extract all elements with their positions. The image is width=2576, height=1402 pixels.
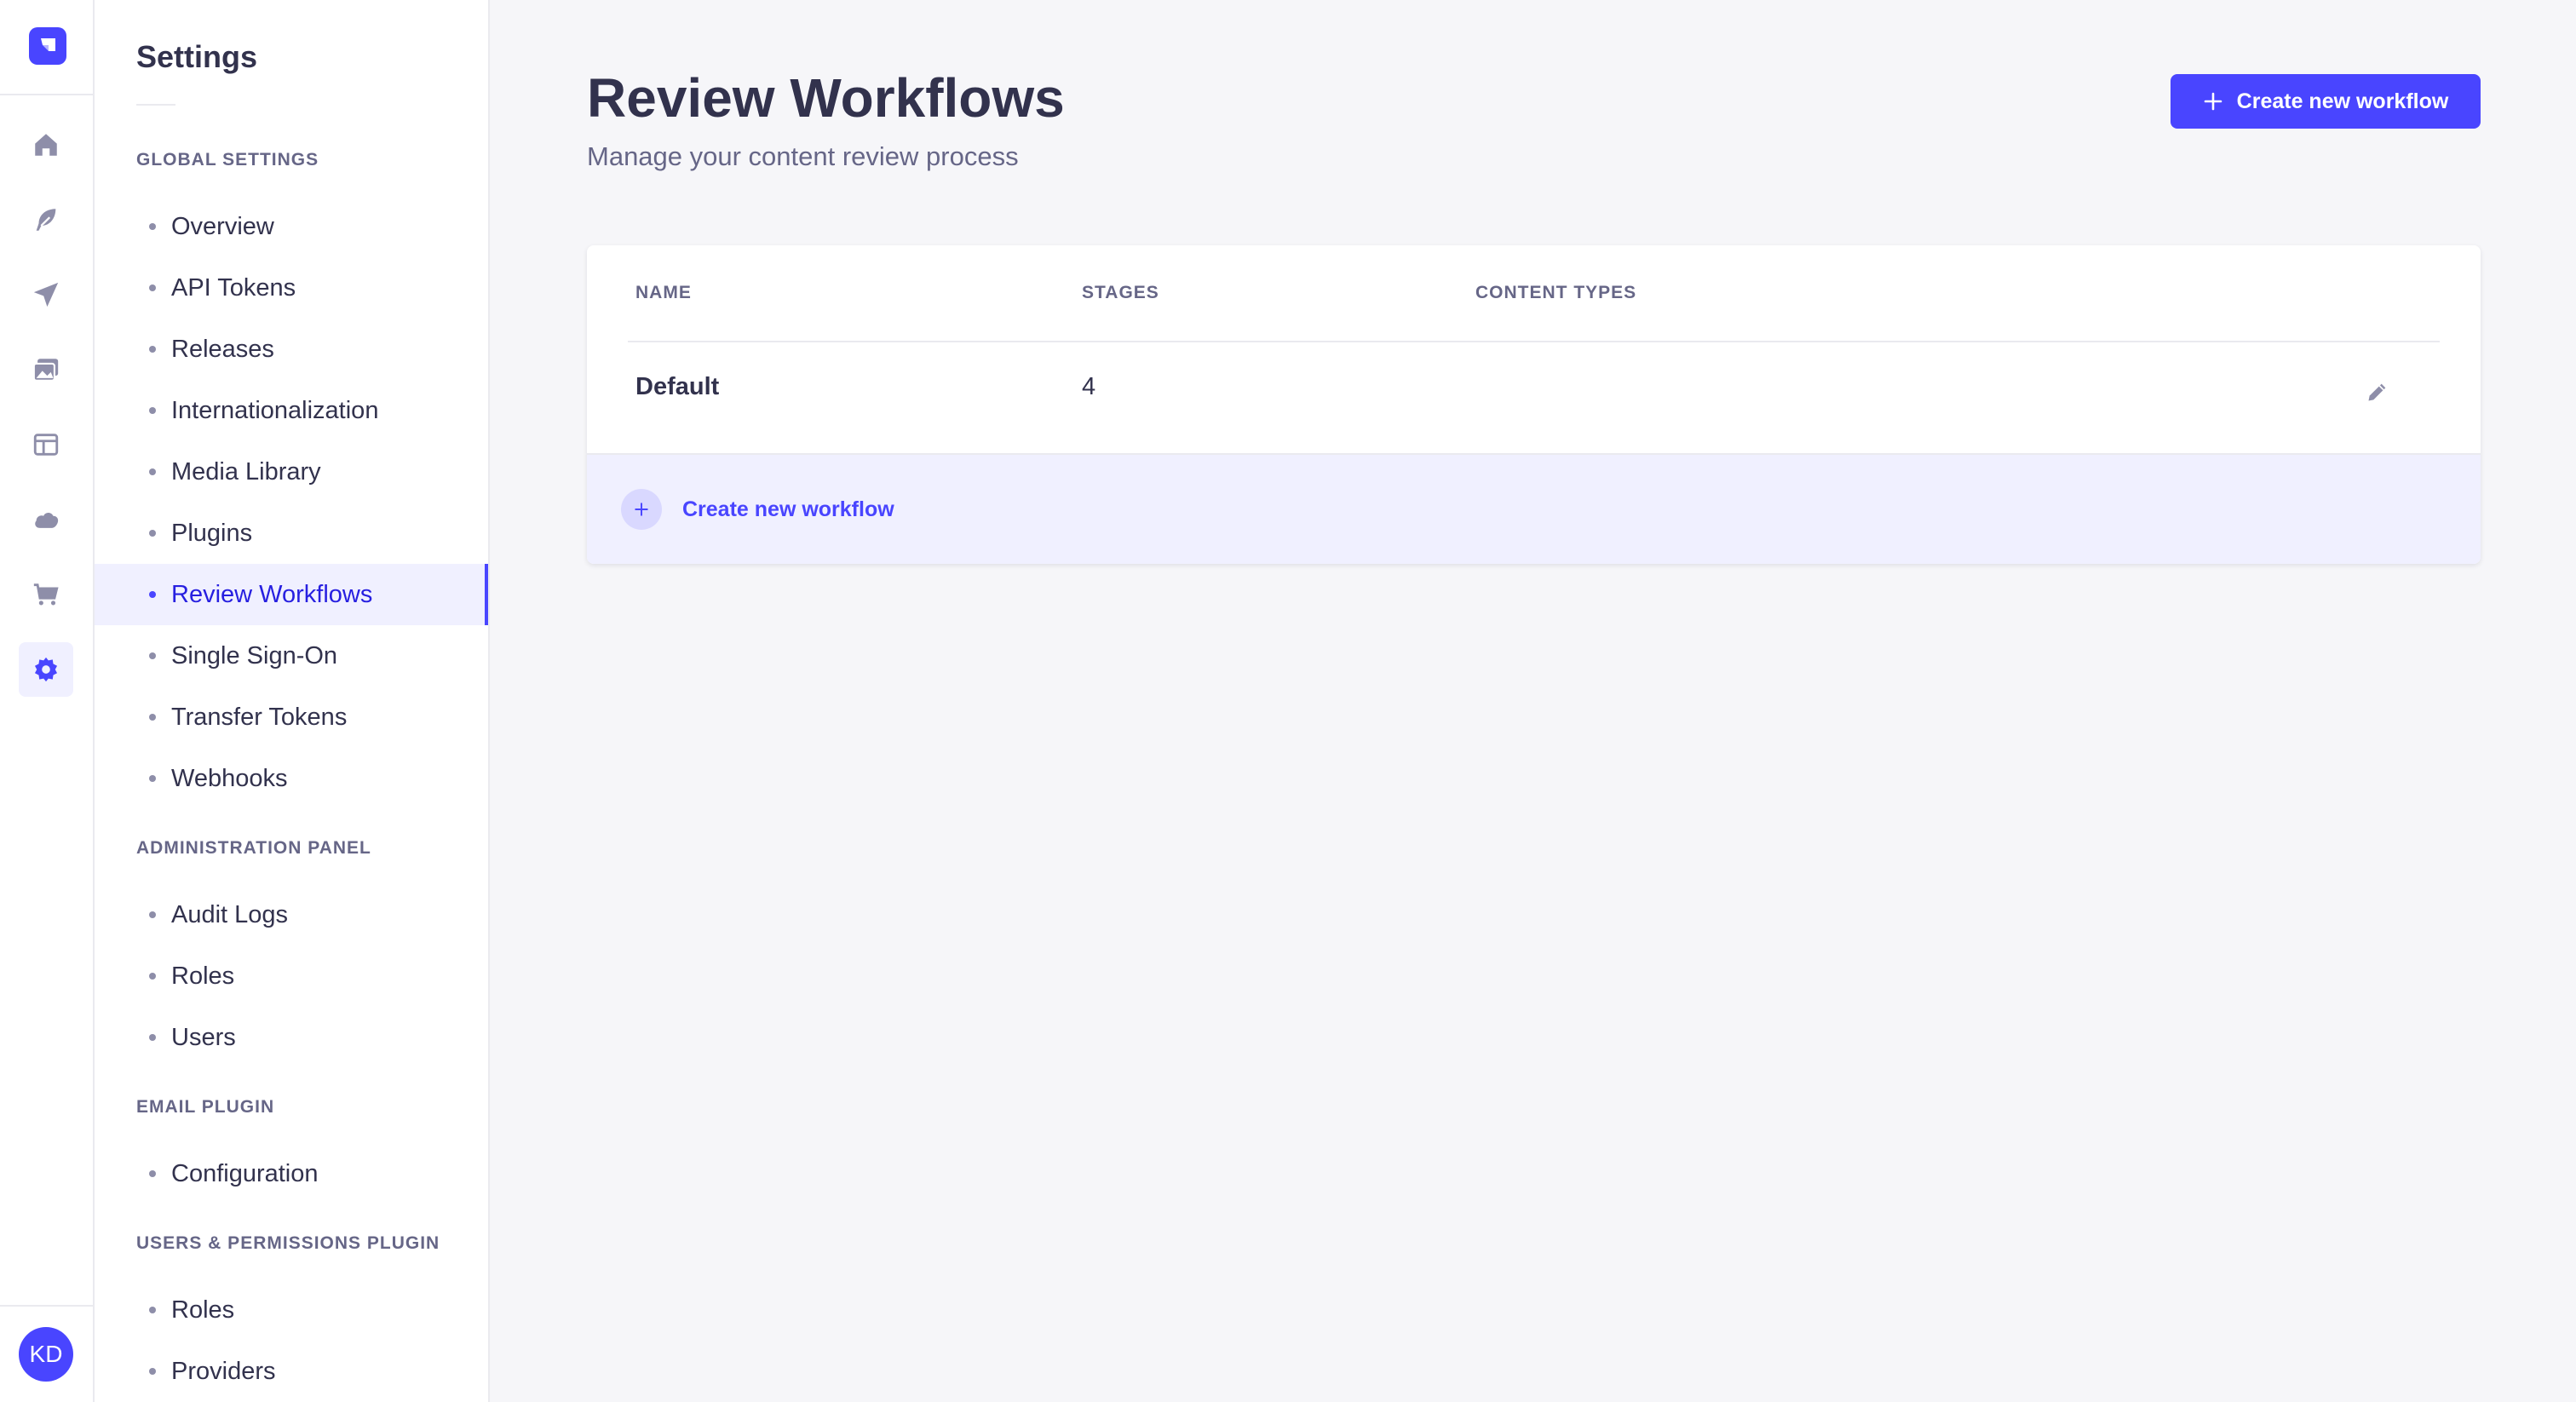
divider <box>136 104 175 106</box>
column-header-name: Name <box>635 283 692 303</box>
nav-item-label: Providers <box>171 1357 276 1385</box>
nav-item-audit-logs[interactable]: Audit Logs <box>95 884 488 945</box>
nav-item-transfer-tokens[interactable]: Transfer Tokens <box>95 687 488 748</box>
nav-item-api-tokens[interactable]: API Tokens <box>95 257 488 319</box>
workflows-table: Name Stages Content Types Default 4 Crea… <box>587 245 2481 564</box>
bullet-icon <box>149 714 156 721</box>
bullet-icon <box>149 223 156 230</box>
bullet-icon <box>149 1368 156 1375</box>
home-icon[interactable] <box>19 118 73 172</box>
bullet-icon <box>149 468 156 475</box>
bullet-icon <box>149 1034 156 1041</box>
nav-item-single-sign-on[interactable]: Single Sign-On <box>95 625 488 687</box>
nav-item-label: Configuration <box>171 1159 319 1187</box>
avatar-initials: KD <box>29 1341 63 1367</box>
nav-item-label: Users <box>171 1023 236 1051</box>
bullet-icon <box>149 973 156 980</box>
main-content: Review Workflows Manage your content rev… <box>492 0 2576 1402</box>
send-icon[interactable] <box>19 267 73 322</box>
nav-item-label: Releases <box>171 335 274 363</box>
column-header-label: Name <box>635 283 692 302</box>
nav-item-up-roles[interactable]: Roles <box>95 1279 488 1341</box>
section-label-administration-panel: Administration Panel <box>136 838 371 858</box>
create-workflow-button[interactable]: Create new workflow <box>2171 74 2481 129</box>
table-row[interactable]: Default 4 <box>587 342 2481 441</box>
bullet-icon <box>149 346 156 353</box>
layout-icon[interactable] <box>19 417 73 472</box>
nav-item-releases[interactable]: Releases <box>95 319 488 380</box>
section-label-email-plugin: Email Plugin <box>136 1097 275 1117</box>
nav-item-overview[interactable]: Overview <box>95 196 488 257</box>
bullet-icon <box>149 407 156 414</box>
nav-item-label: Roles <box>171 962 235 990</box>
settings-icon[interactable] <box>19 642 73 697</box>
nav-item-label: Audit Logs <box>171 900 289 928</box>
nav-item-media-library[interactable]: Media Library <box>95 441 488 503</box>
nav-item-review-workflows[interactable]: Review Workflows <box>95 564 488 625</box>
plus-circle-icon <box>621 489 662 530</box>
bullet-icon <box>149 1307 156 1313</box>
feather-icon[interactable] <box>19 192 73 247</box>
column-header-content-types: Content Types <box>1475 283 1636 303</box>
nav-item-label: Roles <box>171 1296 235 1324</box>
bullet-icon <box>149 530 156 537</box>
page-subtitle: Manage your content review process <box>587 141 1019 171</box>
bullet-icon <box>149 911 156 918</box>
nav-item-label: Webhooks <box>171 764 288 792</box>
cloud-icon[interactable] <box>19 492 73 547</box>
nav-item-internationalization[interactable]: Internationalization <box>95 380 488 441</box>
column-header-label: Content Types <box>1475 283 1637 302</box>
nav-item-users[interactable]: Users <box>95 1007 488 1068</box>
section-label-users-permissions-plugin: Users & Permissions Plugin <box>136 1233 440 1253</box>
user-area: KD <box>0 1305 93 1402</box>
workflow-stages-count: 4 <box>1082 373 1096 400</box>
nav-item-label: Internationalization <box>171 396 379 424</box>
bullet-icon <box>149 775 156 782</box>
bullet-icon <box>149 591 156 598</box>
nav-item-plugins[interactable]: Plugins <box>95 503 488 564</box>
plus-icon <box>2204 92 2222 111</box>
column-header-stages: Stages <box>1082 283 1159 303</box>
pencil-icon <box>2368 383 2386 401</box>
bullet-icon <box>149 1170 156 1177</box>
strapi-logo[interactable] <box>29 27 66 65</box>
nav-item-label: Transfer Tokens <box>171 703 348 731</box>
page-title: Review Workflows <box>587 67 1065 129</box>
workflow-name: Default <box>635 373 720 400</box>
create-workflow-button-label: Create new workflow <box>2236 89 2449 113</box>
bullet-icon <box>149 652 156 659</box>
media-library-icon[interactable] <box>19 342 73 397</box>
nav-item-providers[interactable]: Providers <box>95 1341 488 1402</box>
edit-workflow-button[interactable] <box>2359 373 2396 411</box>
create-workflow-footer-button[interactable]: Create new workflow <box>587 453 2481 564</box>
column-header-label: Stages <box>1082 283 1159 302</box>
nav-item-label: API Tokens <box>171 273 296 302</box>
nav-item-label: Single Sign-On <box>171 641 338 669</box>
subnav-title: Settings <box>136 39 258 74</box>
bullet-icon <box>149 284 156 291</box>
nav-item-configuration[interactable]: Configuration <box>95 1143 488 1204</box>
settings-subnav: Settings Global Settings Overview API To… <box>95 0 490 1402</box>
main-nav-rail: KD <box>0 0 95 1402</box>
nav-item-label: Media Library <box>171 457 321 486</box>
create-workflow-footer-label: Create new workflow <box>682 497 894 521</box>
nav-item-label: Review Workflows <box>171 580 373 608</box>
nav-item-roles[interactable]: Roles <box>95 945 488 1007</box>
section-label-global-settings: Global Settings <box>136 150 319 170</box>
nav-item-webhooks[interactable]: Webhooks <box>95 748 488 809</box>
avatar[interactable]: KD <box>19 1327 73 1382</box>
nav-item-label: Plugins <box>171 519 253 547</box>
cart-icon[interactable] <box>19 567 73 622</box>
logo-area <box>0 0 93 95</box>
nav-item-label: Overview <box>171 212 274 240</box>
